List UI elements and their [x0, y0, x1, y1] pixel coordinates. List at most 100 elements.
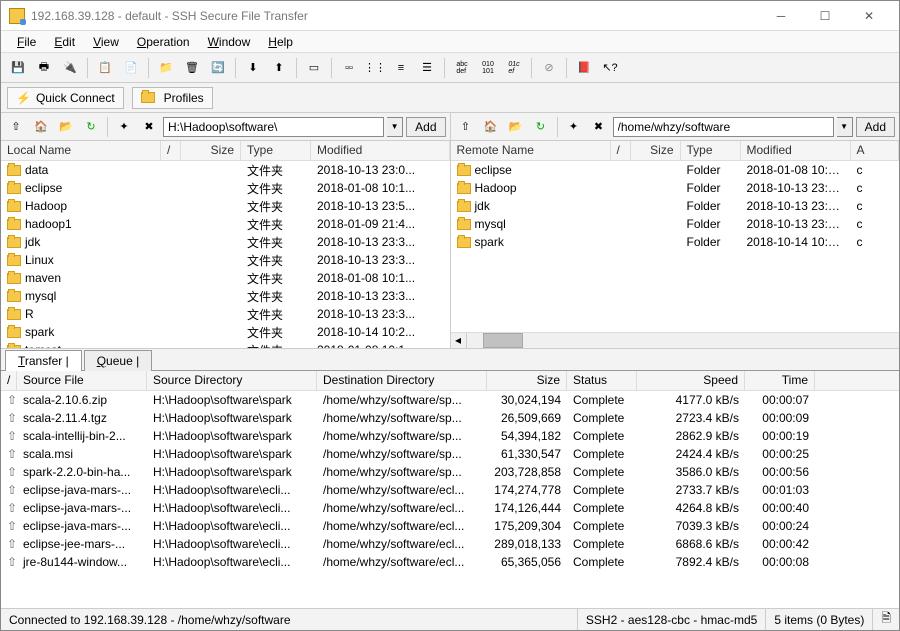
remote-path-dropdown[interactable]: ▼: [837, 117, 853, 137]
xcol-source-dir[interactable]: Source Directory: [147, 371, 317, 390]
table-row[interactable]: mysqlFolder2018-10-13 23:3...c: [451, 215, 900, 233]
transfer-row[interactable]: ⇧scala.msiH:\Hadoop\software\spark/home/…: [1, 445, 899, 463]
transfer-row[interactable]: ⇧scala-intellij-bin-2...H:\Hadoop\softwa…: [1, 427, 899, 445]
local-file-list[interactable]: data文件夹2018-10-13 23:0...eclipse文件夹2018-…: [1, 161, 450, 348]
remote-col-attr[interactable]: A: [851, 141, 900, 160]
whats-this-icon[interactable]: ↖?: [599, 57, 621, 79]
remote-refresh-icon[interactable]: ↻: [530, 116, 552, 138]
xcol-status[interactable]: Status: [567, 371, 637, 390]
new-folder-icon[interactable]: 📁: [155, 57, 177, 79]
local-path-dropdown[interactable]: ▼: [387, 117, 403, 137]
local-folder-icon[interactable]: 📂: [55, 116, 77, 138]
local-add-button[interactable]: Add: [406, 117, 445, 137]
table-row[interactable]: eclipseFolder2018-01-08 10:1...c: [451, 161, 900, 179]
help-book-icon[interactable]: 📕: [573, 57, 595, 79]
transfer-row[interactable]: ⇧eclipse-jee-mars-...H:\Hadoop\software\…: [1, 535, 899, 553]
remote-col-size[interactable]: Size: [631, 141, 681, 160]
folder-icon: [457, 219, 471, 230]
table-row[interactable]: jdk文件夹2018-10-13 23:3...: [1, 233, 450, 251]
transfer-row[interactable]: ⇧scala-2.10.6.zipH:\Hadoop\software\spar…: [1, 391, 899, 409]
auto-icon[interactable]: 01cef: [503, 57, 525, 79]
local-col-modified[interactable]: Modified: [311, 141, 450, 160]
table-row[interactable]: sparkFolder2018-10-14 10:2...c: [451, 233, 900, 251]
menubar: File Edit View Operation Window Help: [1, 31, 899, 53]
profiles-button[interactable]: Profiles: [132, 87, 213, 109]
table-row[interactable]: maven文件夹2018-01-08 10:1...: [1, 269, 450, 287]
remote-add-button[interactable]: Add: [856, 117, 895, 137]
transfer-list[interactable]: ⇧scala-2.10.6.zipH:\Hadoop\software\spar…: [1, 391, 899, 608]
table-row[interactable]: data文件夹2018-10-13 23:0...: [1, 161, 450, 179]
remote-col-name[interactable]: Remote Name: [451, 141, 611, 160]
table-row[interactable]: eclipse文件夹2018-01-08 10:1...: [1, 179, 450, 197]
remote-newfolder-icon[interactable]: ✦: [563, 116, 585, 138]
menu-edit[interactable]: Edit: [46, 33, 83, 51]
table-row[interactable]: mysql文件夹2018-10-13 23:3...: [1, 287, 450, 305]
connect-icon[interactable]: 🔌: [59, 57, 81, 79]
remote-hscroll[interactable]: ◂: [451, 332, 900, 348]
stop-icon[interactable]: ⊘: [538, 57, 560, 79]
tab-transfer[interactable]: Transfer |: [5, 350, 82, 371]
delete-icon[interactable]: 🗑: [181, 57, 203, 79]
refresh-icon[interactable]: 🔄: [207, 57, 229, 79]
maximize-button[interactable]: ☐: [803, 2, 847, 30]
remote-col-modified[interactable]: Modified: [741, 141, 851, 160]
remote-file-list[interactable]: eclipseFolder2018-01-08 10:1...cHadoopFo…: [451, 161, 900, 332]
xcol-dest-dir[interactable]: Destination Directory: [317, 371, 487, 390]
local-home-icon[interactable]: 🏠: [30, 116, 52, 138]
ascii-icon[interactable]: abcdef: [451, 57, 473, 79]
print-icon[interactable]: 🖶: [33, 57, 55, 79]
binary-icon[interactable]: 010101: [477, 57, 499, 79]
save-icon[interactable]: 💾: [7, 57, 29, 79]
transfer-row[interactable]: ⇧spark-2.2.0-bin-ha...H:\Hadoop\software…: [1, 463, 899, 481]
local-refresh-icon[interactable]: ↻: [80, 116, 102, 138]
menu-file[interactable]: File: [9, 33, 44, 51]
xcol-time[interactable]: Time: [745, 371, 815, 390]
copy-icon[interactable]: 📋: [94, 57, 116, 79]
remote-folder-icon[interactable]: 📂: [505, 116, 527, 138]
xcol-speed[interactable]: Speed: [637, 371, 745, 390]
table-row[interactable]: tomcat文件夹2018-01-08 10:1...: [1, 341, 450, 348]
transfer-row[interactable]: ⇧eclipse-java-mars-...H:\Hadoop\software…: [1, 517, 899, 535]
local-newfolder-icon[interactable]: ✦: [113, 116, 135, 138]
tab-queue[interactable]: Queue |: [84, 350, 153, 371]
local-col-size[interactable]: Size: [181, 141, 241, 160]
download-icon[interactable]: ⬇: [242, 57, 264, 79]
xcol-size[interactable]: Size: [487, 371, 567, 390]
view-small-icon[interactable]: ⋮⋮: [364, 57, 386, 79]
quick-connect-button[interactable]: ⚡ Quick Connect: [7, 87, 124, 109]
menu-help[interactable]: Help: [260, 33, 301, 51]
close-button[interactable]: ✕: [847, 2, 891, 30]
table-row[interactable]: Linux文件夹2018-10-13 23:3...: [1, 251, 450, 269]
menu-operation[interactable]: Operation: [129, 33, 198, 51]
transfer-row[interactable]: ⇧jre-8u144-window...H:\Hadoop\software\e…: [1, 553, 899, 571]
local-col-name[interactable]: Local Name: [1, 141, 161, 160]
view-detail-icon[interactable]: ☰: [416, 57, 438, 79]
view-large-icon[interactable]: ▫▫: [338, 57, 360, 79]
local-path-input[interactable]: [163, 117, 384, 137]
remote-up-icon[interactable]: ⇧: [455, 116, 477, 138]
local-col-type[interactable]: Type: [241, 141, 311, 160]
view-list-icon[interactable]: ≡: [390, 57, 412, 79]
xcol-source-file[interactable]: Source File: [17, 371, 147, 390]
table-row[interactable]: Hadoop文件夹2018-10-13 23:5...: [1, 197, 450, 215]
table-row[interactable]: jdkFolder2018-10-13 23:3...c: [451, 197, 900, 215]
remote-col-type[interactable]: Type: [681, 141, 741, 160]
table-row[interactable]: spark文件夹2018-10-14 10:2...: [1, 323, 450, 341]
transfer-row[interactable]: ⇧eclipse-java-mars-...H:\Hadoop\software…: [1, 499, 899, 517]
table-row[interactable]: hadoop1文件夹2018-01-09 21:4...: [1, 215, 450, 233]
menu-window[interactable]: Window: [200, 33, 259, 51]
remote-home-icon[interactable]: 🏠: [480, 116, 502, 138]
local-delete-icon[interactable]: ✖: [138, 116, 160, 138]
table-row[interactable]: R文件夹2018-10-13 23:3...: [1, 305, 450, 323]
menu-view[interactable]: View: [85, 33, 127, 51]
transfer-row[interactable]: ⇧scala-2.11.4.tgzH:\Hadoop\software\spar…: [1, 409, 899, 427]
remote-path-input[interactable]: [613, 117, 834, 137]
terminal-icon[interactable]: ▭: [303, 57, 325, 79]
upload-icon[interactable]: ⬆: [268, 57, 290, 79]
minimize-button[interactable]: ─: [759, 2, 803, 30]
transfer-row[interactable]: ⇧eclipse-java-mars-...H:\Hadoop\software…: [1, 481, 899, 499]
paste-icon[interactable]: 📄: [120, 57, 142, 79]
remote-delete-icon[interactable]: ✖: [588, 116, 610, 138]
table-row[interactable]: HadoopFolder2018-10-13 23:5...c: [451, 179, 900, 197]
local-up-icon[interactable]: ⇧: [5, 116, 27, 138]
